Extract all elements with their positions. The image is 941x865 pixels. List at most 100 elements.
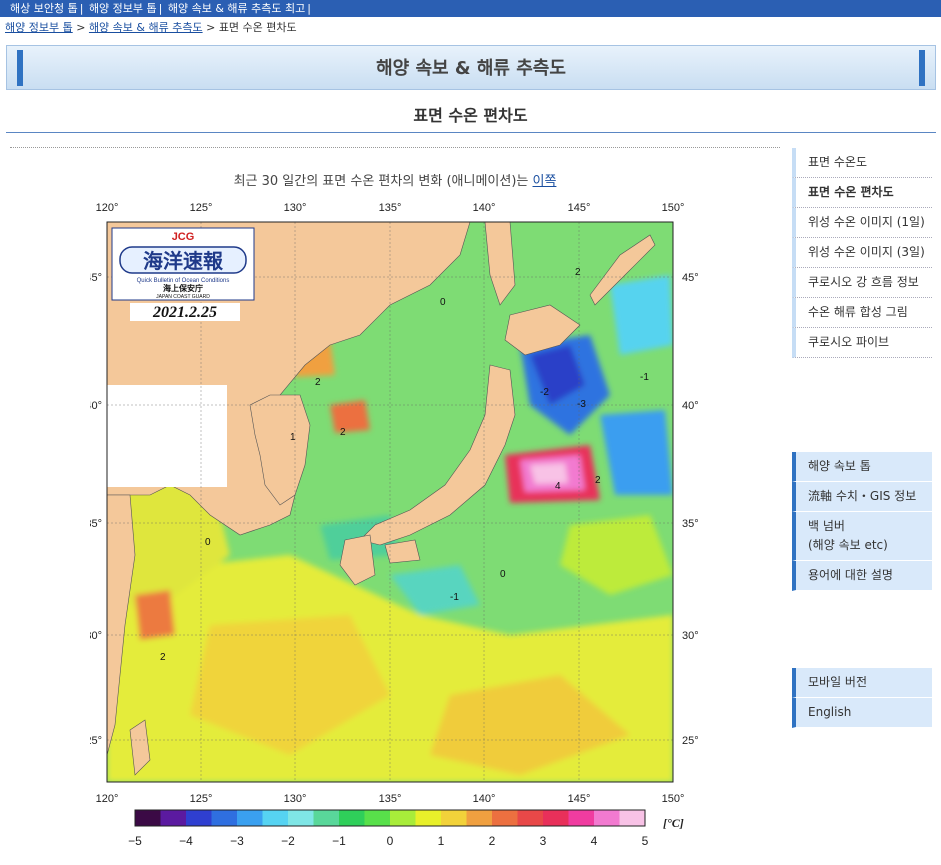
lon-label: 125° (190, 202, 213, 214)
lat-label: 30° (90, 630, 102, 642)
colorbar-tick: 5 (642, 834, 649, 848)
breadcrumb-current: 표면 수온 편차도 (218, 21, 297, 34)
content-divider (10, 147, 780, 148)
svg-text:-1: -1 (640, 372, 649, 383)
colorbar-tick: −1 (332, 834, 346, 848)
svg-text:-1: -1 (450, 592, 459, 603)
lon-label: 150° (662, 202, 685, 214)
sidebar-item-satellite-1day[interactable]: 위성 수온 이미지 (1일) (792, 208, 932, 238)
logo-org-text: 海上保安庁 (163, 283, 203, 293)
sidebar-item-gis-data[interactable]: 流軸 수치・GIS 정보 (792, 482, 932, 512)
lon-labels-bottom: 120° 125° 130° 135° 140° 145° 150° (96, 793, 685, 805)
lon-label: 140° (473, 793, 496, 805)
sidebar-item-sst-anomaly[interactable]: 표면 수온 편차도 (792, 178, 932, 208)
colorbar-swatch (211, 810, 238, 826)
svg-text:2: 2 (595, 475, 601, 486)
colorbar-tick: 3 (540, 834, 547, 848)
sidebar-item-mobile[interactable]: 모바일 버전 (792, 668, 932, 698)
topnav-link-hydrographic-top[interactable]: 해양 정보부 톱 (89, 2, 157, 15)
sidebar-item-bulletin-top[interactable]: 해양 속보 톱 (792, 452, 932, 482)
colorbar-tick: −5 (128, 834, 142, 848)
section-divider (6, 132, 936, 133)
lat-label: 40° (90, 400, 102, 412)
section-title: 표면 수온 편차도 (413, 106, 528, 125)
lon-label: 135° (379, 202, 402, 214)
colorbar-swatch (594, 810, 620, 826)
colorbar-swatch (186, 810, 212, 826)
lat-label: 30° (682, 630, 699, 642)
colorbar-swatch (288, 810, 314, 826)
colorbar-swatch (568, 810, 595, 826)
topnav-separator: | (158, 2, 163, 15)
svg-text:1: 1 (290, 432, 296, 443)
sidebar-item-back-numbers[interactable]: 백 넘버 (해양 속보 etc) (792, 512, 932, 561)
sidebar-item-sst-map[interactable]: 표면 수온도 (792, 148, 932, 178)
colorbar-swatch (441, 810, 467, 826)
topnav-separator: | (307, 2, 311, 15)
breadcrumb-link-bulletin[interactable]: 해양 속보 & 해류 추측도 (89, 21, 203, 34)
colorbar-swatch (160, 810, 187, 826)
sidebar-group-bulletin: 해양 속보 톱 流軸 수치・GIS 정보 백 넘버 (해양 속보 etc) 용어… (792, 452, 932, 591)
topnav-link-bulletin-top[interactable]: 해양 속보 & 해류 추측도 최고 (168, 2, 305, 15)
lon-label: 150° (662, 793, 685, 805)
sidebar-item-composite[interactable]: 수온 해류 합성 그림 (792, 298, 932, 328)
colorbar-swatch (262, 810, 289, 826)
sidebar-item-satellite-3day[interactable]: 위성 수온 이미지 (3일) (792, 238, 932, 268)
logo-org-en-text: JAPAN COAST GUARD (156, 294, 210, 300)
lat-labels-right: 45° 40° 35° 30° 25° (682, 272, 699, 747)
colorbar-swatch (517, 810, 544, 826)
breadcrumb-link-hydrographic[interactable]: 해양 정보부 톱 (5, 21, 73, 34)
sidebar-item-kuroshio-five[interactable]: 쿠로시오 파이브 (792, 328, 932, 358)
map-svg: 2 0 2 2 -2 -3 4 2 0 -1 2 0 -1 1 JCG 海洋速報 Quick Bu… (90, 202, 699, 848)
colorbar-swatch (135, 810, 161, 826)
lat-label: 25° (682, 735, 699, 747)
lon-labels-top: 120° 125° 130° 135° 140° 145° 150° (96, 202, 685, 214)
lat-labels-left: 45° 40° 35° 30° 25° (90, 272, 102, 747)
colorbar-tick: 2 (489, 834, 496, 848)
colorbar-swatch (543, 810, 569, 826)
breadcrumb: 해양 정보부 톱 > 해양 속보 & 해류 추측도 > 표면 수온 편차도 (5, 20, 297, 36)
header-accent-left (17, 50, 23, 86)
back-numbers-label: 백 넘버 (808, 519, 845, 533)
colorbar-swatch (492, 810, 518, 826)
topnav-separator: | (79, 2, 84, 15)
animation-link[interactable]: 이쪽 (533, 174, 557, 189)
sidebar-item-glossary[interactable]: 용어에 대한 설명 (792, 561, 932, 591)
lon-label: 135° (379, 793, 402, 805)
top-nav-bar: 해상 보안청 톱 | 해양 정보부 톱 | 해양 속보 & 해류 추측도 최고 | (0, 0, 941, 17)
svg-text:2: 2 (340, 427, 346, 438)
colorbar-tick: −2 (281, 834, 295, 848)
svg-text:2: 2 (575, 267, 581, 278)
svg-text:-3: -3 (577, 399, 586, 410)
colorbar-tick: 4 (591, 834, 598, 848)
colorbar-tick: −3 (230, 834, 244, 848)
topnav-link-jcg-top[interactable]: 해상 보안청 톱 (10, 2, 78, 15)
svg-text:4: 4 (555, 481, 561, 492)
svg-text:-2: -2 (540, 387, 549, 398)
colorbar-swatch (364, 810, 391, 826)
animation-caption-text: 최근 30 일간의 표면 수온 편차의 변화 (애니메이션)는 (233, 174, 529, 189)
colorbar-tick: 0 (387, 834, 394, 848)
colorbar-swatch (339, 810, 365, 826)
lat-label: 35° (90, 518, 102, 530)
page-title: 해양 속보 & 해류 추측도 (376, 58, 566, 79)
colorbar-swatch (415, 810, 442, 826)
breadcrumb-separator: > (206, 21, 216, 34)
sst-anomaly-map: 2 0 2 2 -2 -3 4 2 0 -1 2 0 -1 1 JCG 海洋速報 Quick Bu… (90, 195, 700, 863)
page-header: 해양 속보 & 해류 추측도 (6, 45, 936, 90)
svg-text:2: 2 (160, 652, 166, 663)
lon-label: 145° (568, 202, 591, 214)
colorbar (134, 809, 646, 827)
breadcrumb-separator: > (76, 21, 86, 34)
sidebar-item-english[interactable]: English (792, 698, 932, 728)
lon-label: 130° (284, 202, 307, 214)
svg-text:0: 0 (205, 537, 211, 548)
animation-caption: 최근 30 일간의 표면 수온 편차의 변화 (애니메이션)는 이쪽 (0, 170, 790, 189)
lat-label: 45° (682, 272, 699, 284)
svg-text:0: 0 (500, 569, 506, 580)
lon-label: 145° (568, 793, 591, 805)
colorbar-swatch (619, 810, 646, 826)
lon-label: 120° (96, 793, 119, 805)
sidebar-item-kuroshio-info[interactable]: 쿠로시오 강 흐름 정보 (792, 268, 932, 298)
no-data-area (107, 385, 227, 487)
